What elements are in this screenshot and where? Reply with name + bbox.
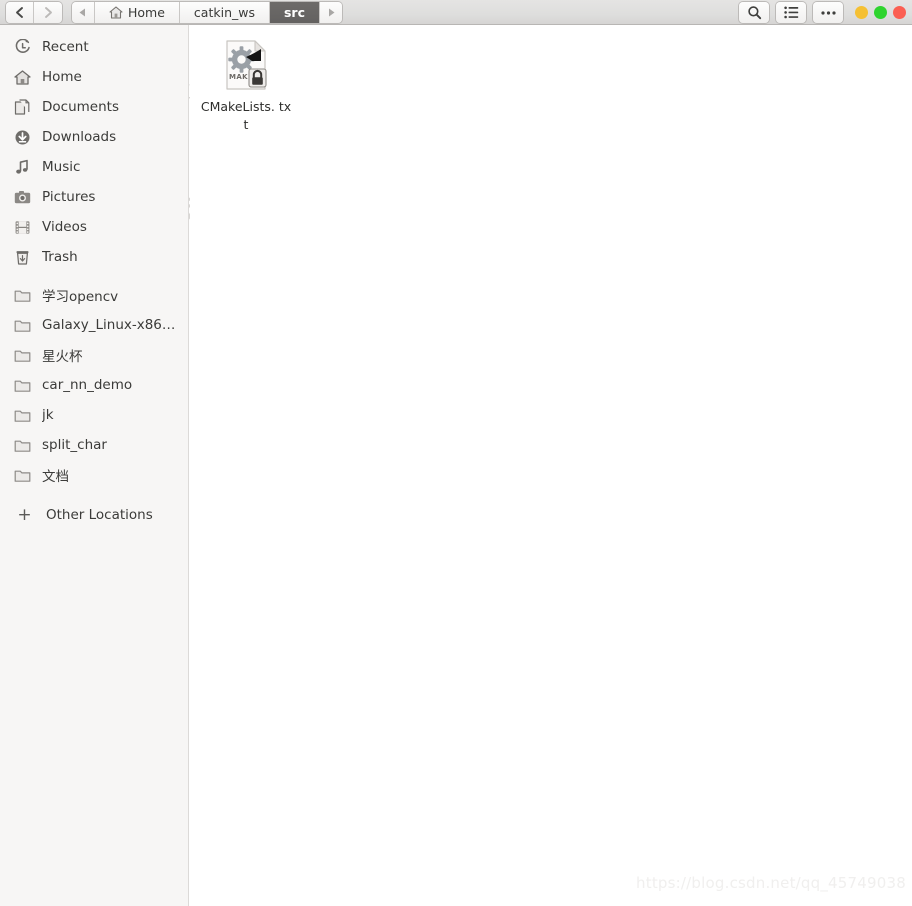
folder-icon	[14, 467, 31, 484]
folder-icon	[14, 437, 31, 454]
search-button[interactable]	[739, 2, 769, 23]
file-name-label: CMakeLists. txt	[200, 99, 292, 133]
breadcrumb-label-src: src	[283, 4, 305, 20]
music-note-icon	[14, 159, 31, 176]
file-item[interactable]: MAKE CMakeLists. txt	[198, 33, 294, 138]
sidebar-item-documents[interactable]: Documents	[0, 92, 188, 122]
folder-icon	[14, 317, 31, 334]
folder-icon	[14, 407, 31, 424]
sidebar-item-bookmark-2[interactable]: 星火杯	[0, 340, 188, 370]
more-options-button[interactable]	[813, 2, 843, 23]
plus-icon: +	[17, 504, 32, 525]
sidebar-separator	[0, 272, 188, 280]
lock-icon	[248, 68, 267, 88]
list-view-icon	[783, 6, 798, 19]
breadcrumb-scroll-left[interactable]	[72, 1, 95, 23]
sidebar-item-bookmark-0[interactable]: 学习opencv	[0, 280, 188, 310]
sidebar-item-bookmark-4[interactable]: jk	[0, 400, 188, 430]
forward-button[interactable]	[34, 1, 62, 23]
sidebar-item-other-locations[interactable]: + Other Locations	[0, 500, 188, 530]
breadcrumb-item-home[interactable]: Home	[95, 1, 180, 23]
sidebar-label-documents: Documents	[42, 99, 119, 115]
sidebar-label-trash: Trash	[42, 249, 78, 265]
sidebar-label-bookmark-5: split_char	[42, 437, 107, 453]
close-button[interactable]	[893, 6, 906, 19]
breadcrumb-label-catkin_ws: catkin_ws	[193, 4, 255, 20]
breadcrumb-item-src[interactable]: src	[269, 1, 320, 23]
sidebar-label-music: Music	[42, 159, 81, 175]
chevron-left-icon	[16, 6, 23, 18]
home-icon	[109, 5, 123, 19]
sidebar-label-bookmark-2: 星火杯	[42, 349, 83, 365]
toolbar: Home catkin_ws src	[0, 0, 912, 25]
breadcrumb: Home catkin_ws src	[72, 1, 342, 23]
sidebar-label-home: Home	[42, 69, 82, 85]
chevron-right-icon	[44, 6, 52, 18]
home-icon	[14, 69, 31, 86]
back-button[interactable]	[6, 1, 34, 23]
view-mode-button[interactable]	[776, 2, 806, 23]
sidebar-item-bookmark-1[interactable]: Galaxy_Linux-x86…	[0, 310, 188, 340]
trash-icon	[14, 249, 31, 266]
sidebar-label-bookmark-1: Galaxy_Linux-x86…	[42, 317, 176, 333]
sidebar-label-bookmark-0: 学习opencv	[42, 289, 119, 305]
triangle-left-icon	[79, 8, 85, 16]
breadcrumb-item-catkin_ws[interactable]: catkin_ws	[179, 1, 270, 23]
folder-icon	[14, 347, 31, 364]
cmake-file-icon: MAKE	[222, 39, 270, 91]
sidebar: Recent Home Documents Downloads Music Pi…	[0, 25, 189, 906]
sidebar-item-bookmark-5[interactable]: split_char	[0, 430, 188, 460]
sidebar-item-music[interactable]: Music	[0, 152, 188, 182]
camera-icon	[14, 189, 31, 206]
sidebar-label-bookmark-3: car_nn_demo	[42, 377, 133, 393]
sidebar-item-bookmark-3[interactable]: car_nn_demo	[0, 370, 188, 400]
sidebar-item-home[interactable]: Home	[0, 62, 188, 92]
sidebar-label-downloads: Downloads	[42, 129, 117, 145]
sidebar-label-other-locations: Other Locations	[46, 507, 153, 523]
file-list-view[interactable]: MAKE CMakeLists. txt https://blog.csdn.n…	[190, 25, 912, 906]
breadcrumb-scroll-right[interactable]	[320, 1, 342, 23]
sidebar-item-pictures[interactable]: Pictures	[0, 182, 188, 212]
search-icon	[747, 6, 761, 20]
folder-icon	[14, 287, 31, 304]
minimize-button[interactable]	[855, 6, 868, 19]
file-manager-window: Home catkin_ws src Recent Home Documents…	[0, 0, 912, 906]
ellipsis-icon	[820, 10, 836, 15]
sidebar-label-pictures: Pictures	[42, 189, 96, 205]
maximize-button[interactable]	[874, 6, 887, 19]
watermark-text: https://blog.csdn.net/qq_45749038	[636, 874, 906, 892]
documents-icon	[14, 98, 31, 116]
folder-icon	[14, 377, 31, 394]
download-icon	[14, 129, 31, 146]
sidebar-item-bookmark-6[interactable]: 文档	[0, 460, 188, 490]
sidebar-item-trash[interactable]: Trash	[0, 242, 188, 272]
sidebar-label-videos: Videos	[42, 219, 87, 235]
toolbar-actions	[739, 0, 906, 25]
sidebar-label-bookmark-6: 文档	[42, 469, 69, 485]
sidebar-label-bookmark-4: jk	[42, 407, 54, 423]
clock-icon	[14, 38, 31, 56]
sidebar-item-videos[interactable]: Videos	[0, 212, 188, 242]
sidebar-item-recent[interactable]: Recent	[0, 32, 188, 62]
film-icon	[14, 219, 31, 236]
triangle-right-icon	[329, 8, 335, 16]
window-controls	[855, 6, 906, 19]
sidebar-item-downloads[interactable]: Downloads	[0, 122, 188, 152]
navigation-buttons	[6, 1, 62, 23]
sidebar-label-recent: Recent	[42, 39, 89, 55]
breadcrumb-label-home: Home	[128, 4, 165, 20]
